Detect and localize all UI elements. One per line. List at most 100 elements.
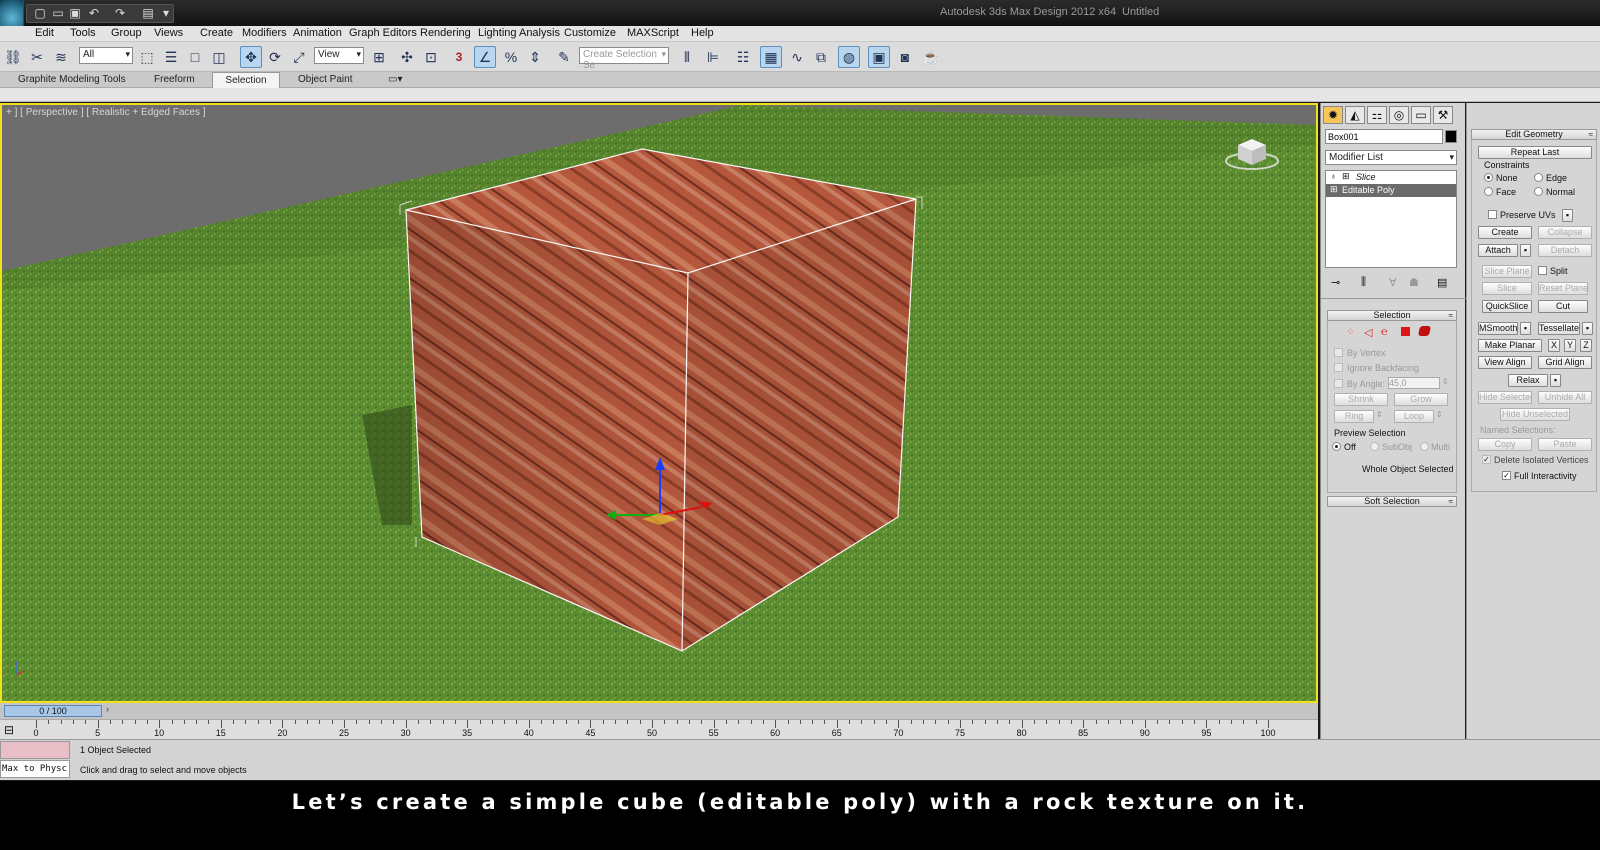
maxscript-listener-output[interactable]: Max to Physc <box>0 760 70 778</box>
align-icon[interactable]: ⊫ <box>702 46 724 68</box>
ribbon-tab-object-paint[interactable]: Object Paint <box>292 72 358 88</box>
remove-modifier-icon[interactable]: ☗ <box>1409 276 1419 289</box>
delete-isolated-vertices-checkbox[interactable]: ✓ <box>1482 455 1491 464</box>
open-file-icon[interactable]: ▭ <box>50 6 66 20</box>
create-button[interactable]: Create <box>1478 226 1532 239</box>
make-planar-z-button[interactable]: Z <box>1580 339 1592 352</box>
snaps-toggle-icon[interactable]: 3 <box>448 46 470 68</box>
time-slider[interactable]: 0 / 100 <box>4 705 102 717</box>
spinner-snap-icon[interactable]: ⇕ <box>524 46 546 68</box>
ribbon-tab-freeform[interactable]: Freeform <box>148 72 201 88</box>
edit-geometry-rollout-header[interactable]: Edit Geometry ≈ <box>1471 129 1597 140</box>
menu-animation[interactable]: Animation <box>293 27 342 39</box>
menu-views[interactable]: Views <box>154 27 183 39</box>
keyboard-shortcut-override-icon[interactable]: ⊡ <box>420 46 442 68</box>
menu-help[interactable]: Help <box>691 27 714 39</box>
perspective-viewport[interactable]: + ] [ Perspective ] [ Realistic + Edged … <box>0 103 1318 703</box>
hierarchy-tab-icon[interactable]: ⚏ <box>1367 106 1387 124</box>
make-unique-icon[interactable]: ∀ <box>1389 276 1397 289</box>
ribbon-tab-graphite-modeling-tools[interactable]: Graphite Modeling Tools <box>12 72 132 88</box>
layer-manager-icon[interactable]: ☷ <box>732 46 754 68</box>
mirror-icon[interactable]: ⫴ <box>676 46 698 68</box>
graphite-modeling-toggle-icon[interactable]: ▦ <box>760 46 782 68</box>
material-editor-icon[interactable]: ◍ <box>838 46 860 68</box>
hide-selected-button[interactable]: Hide Selected <box>1478 391 1532 404</box>
reset-plane-button[interactable]: Reset Plane <box>1538 282 1588 295</box>
ring-button[interactable]: Ring <box>1334 410 1374 423</box>
display-tab-icon[interactable]: ▭ <box>1411 106 1431 124</box>
polygon-mode-icon[interactable] <box>1401 327 1410 336</box>
unlink-icon[interactable]: ✂ <box>26 46 48 68</box>
select-and-move-icon[interactable]: ✥ <box>240 46 262 68</box>
time-slider-next-icon[interactable]: › <box>106 704 109 714</box>
show-end-result-icon[interactable]: ⫼ <box>1361 276 1366 289</box>
angle-snap-icon[interactable]: ∠ <box>474 46 496 68</box>
edit-named-selection-icon[interactable]: ✎ <box>553 46 575 68</box>
window-crossing-icon[interactable]: ◫ <box>208 46 230 68</box>
select-and-link-icon[interactable]: ⛓ <box>2 46 24 68</box>
select-and-manipulate-icon[interactable]: ✣ <box>396 46 418 68</box>
view-align-button[interactable]: View Align <box>1478 356 1532 369</box>
rectangular-selection-icon[interactable]: □ <box>184 46 206 68</box>
viewport-label-menu[interactable]: + ] [ Perspective ] [ Realistic + Edged … <box>6 107 206 118</box>
preserve-uvs-checkbox[interactable] <box>1488 210 1497 219</box>
ring-spinner-icon[interactable]: ⇕ <box>1376 410 1383 419</box>
menu-modifiers[interactable]: Modifiers <box>242 27 287 39</box>
modifier-stack-item-editable-poly[interactable]: ⊞ Editable Poly <box>1326 184 1456 197</box>
make-planar-button[interactable]: Make Planar <box>1478 339 1542 352</box>
by-angle-input[interactable] <box>1388 377 1440 389</box>
loop-spinner-icon[interactable]: ⇕ <box>1436 410 1443 419</box>
ribbon-options-icon[interactable]: ▭▾ <box>382 72 408 88</box>
select-object-icon[interactable]: ⬚ <box>136 46 158 68</box>
selection-filter-dropdown[interactable]: All <box>79 47 133 64</box>
paste-button[interactable]: Paste <box>1538 438 1592 451</box>
spinner-icon[interactable]: ⇕ <box>1442 377 1449 386</box>
schematic-view-icon[interactable]: ⧉ <box>810 46 832 68</box>
preview-off-radio[interactable] <box>1332 442 1341 451</box>
redo-icon[interactable]: ↷ <box>112 6 128 20</box>
create-tab-icon[interactable]: ✹ <box>1323 106 1343 124</box>
border-mode-icon[interactable]: ℮ <box>1381 326 1388 338</box>
utilities-tab-icon[interactable]: ⚒ <box>1433 106 1453 124</box>
by-vertex-checkbox[interactable] <box>1334 348 1343 357</box>
menu-lighting-analysis[interactable]: Lighting Analysis <box>478 27 560 39</box>
trackbar[interactable]: ⊟ 0 5 10 15 20 25 30 35 40 45 50 55 60 65 70 75 80 85 90 95… <box>0 719 1318 739</box>
object-color-swatch[interactable] <box>1445 130 1457 143</box>
attach-button[interactable]: Attach <box>1478 244 1518 257</box>
modifier-stack-item-slice[interactable]: ♁ ⊞ Slice <box>1326 171 1456 184</box>
shrink-button[interactable]: Shrink <box>1334 393 1388 406</box>
select-by-name-icon[interactable]: ☰ <box>160 46 182 68</box>
pin-stack-icon[interactable]: ⊸ <box>1331 276 1340 289</box>
make-planar-x-button[interactable]: X <box>1548 339 1560 352</box>
expand-icon[interactable]: ⊞ <box>1342 171 1350 182</box>
lightbulb-icon[interactable]: ♁ <box>1330 171 1337 181</box>
menu-group[interactable]: Group <box>111 27 142 39</box>
select-and-scale-icon[interactable]: ⤢ <box>288 46 310 68</box>
grow-button[interactable]: Grow <box>1394 393 1448 406</box>
menu-maxscript[interactable]: MAXScript <box>627 27 679 39</box>
full-interactivity-checkbox[interactable]: ✓ <box>1502 471 1511 480</box>
relax-button[interactable]: Relax <box>1508 374 1548 387</box>
render-production-icon[interactable]: ☕ <box>920 46 942 68</box>
time-slider-track[interactable] <box>0 703 1318 719</box>
edge-mode-icon[interactable]: ◁ <box>1364 326 1372 339</box>
split-checkbox[interactable] <box>1538 266 1547 275</box>
quickslice-button[interactable]: QuickSlice <box>1482 300 1532 313</box>
percent-snap-icon[interactable]: % <box>500 46 522 68</box>
quick-access-menu-icon[interactable]: ▾ <box>158 6 174 20</box>
constraint-none-radio[interactable] <box>1484 173 1493 182</box>
named-selection-set-dropdown[interactable]: Create Selection Se <box>579 47 669 71</box>
expand-icon[interactable]: ⊞ <box>1330 184 1338 195</box>
project-folder-icon[interactable]: ▤ <box>140 6 156 20</box>
msmooth-settings-icon[interactable]: ▪ <box>1520 322 1531 335</box>
make-planar-y-button[interactable]: Y <box>1564 339 1576 352</box>
by-angle-checkbox[interactable] <box>1334 379 1343 388</box>
preview-subobj-radio[interactable] <box>1370 442 1379 451</box>
repeat-last-button[interactable]: Repeat Last <box>1478 146 1592 159</box>
grid-align-button[interactable]: Grid Align <box>1538 356 1592 369</box>
new-file-icon[interactable]: ▢ <box>32 6 48 20</box>
copy-button[interactable]: Copy <box>1478 438 1532 451</box>
menu-customize[interactable]: Customize <box>564 27 616 39</box>
mini-curve-editor-icon[interactable]: ⊟ <box>4 723 14 737</box>
reference-coordinate-dropdown[interactable]: View <box>314 47 364 64</box>
